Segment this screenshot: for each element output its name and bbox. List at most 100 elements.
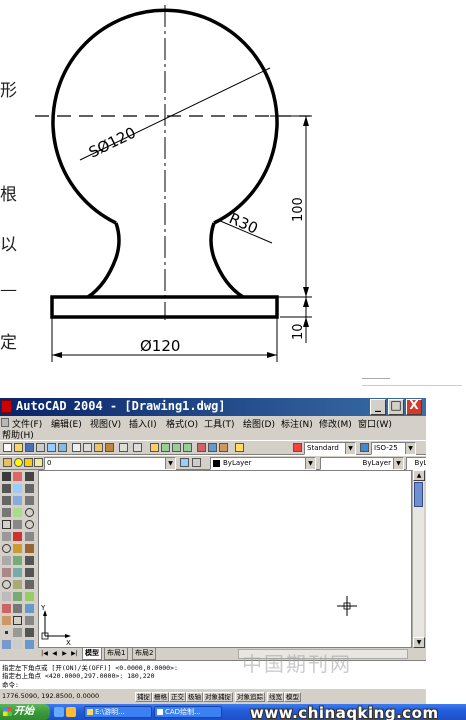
- scroll-down-button[interactable]: ▼: [413, 637, 425, 648]
- menu-draw[interactable]: 绘图(D): [243, 417, 275, 430]
- paste-icon[interactable]: [94, 443, 103, 452]
- drawing-canvas[interactable]: Y X: [38, 470, 412, 648]
- snap-toggle[interactable]: 捕捉: [135, 692, 152, 702]
- scroll-thumb[interactable]: [414, 482, 423, 507]
- match-properties-icon[interactable]: [105, 443, 114, 452]
- ellipse-arc-icon[interactable]: [2, 592, 11, 601]
- new-icon[interactable]: [3, 443, 12, 452]
- tab-model[interactable]: 模型: [82, 648, 102, 660]
- dim-ordinate-icon[interactable]: [25, 496, 34, 505]
- quick-dim-icon[interactable]: [25, 544, 34, 553]
- print-icon[interactable]: [36, 443, 45, 452]
- maximize-button[interactable]: □: [388, 398, 404, 415]
- dim-edit-icon[interactable]: [25, 616, 34, 625]
- undo-icon[interactable]: [119, 443, 128, 452]
- arc-icon[interactable]: [2, 532, 11, 541]
- osnap-toggle[interactable]: 对象捕捉: [203, 692, 233, 702]
- center-mark-icon[interactable]: [25, 604, 34, 613]
- autocad-icon[interactable]: [1, 400, 12, 413]
- layer-select[interactable]: 0 ▼: [44, 457, 176, 470]
- quicklaunch-desktop-icon[interactable]: [54, 707, 64, 717]
- construction-line-icon[interactable]: [2, 484, 11, 493]
- fillet-icon[interactable]: [13, 640, 22, 649]
- taskbar-item-cad[interactable]: CAD绘制...: [154, 706, 222, 718]
- stretch-icon[interactable]: [13, 568, 22, 577]
- help-icon[interactable]: [235, 443, 244, 452]
- layer-manager-icon[interactable]: [3, 458, 12, 467]
- dim-radius-icon[interactable]: [25, 508, 34, 517]
- ellipse-icon[interactable]: [2, 580, 11, 589]
- array-icon[interactable]: [13, 520, 22, 529]
- tool-palettes-icon[interactable]: [219, 443, 228, 452]
- make-block-icon[interactable]: [2, 616, 11, 625]
- chamfer-icon[interactable]: [13, 628, 22, 637]
- last-tab-arrow[interactable]: ▶|: [70, 649, 79, 658]
- dim-diameter-icon[interactable]: [25, 520, 34, 529]
- menu-dimension[interactable]: 标注(N): [281, 417, 313, 430]
- next-tab-arrow[interactable]: ▶: [60, 649, 69, 658]
- vertical-scrollbar[interactable]: ▲ ▼: [412, 470, 425, 648]
- design-center-icon[interactable]: [208, 443, 217, 452]
- linetype-select[interactable]: ByLayer ▼: [320, 457, 404, 470]
- dim-update-icon[interactable]: [25, 640, 34, 649]
- ortho-toggle[interactable]: 正交: [169, 692, 186, 702]
- command-window[interactable]: 指定左下角点或 [开(ON)/关(OFF)] <0.0000,0.0000>: …: [0, 660, 426, 689]
- layer-on-icon[interactable]: [14, 458, 23, 467]
- extend-icon[interactable]: [13, 592, 22, 601]
- revision-cloud-icon[interactable]: [2, 556, 11, 565]
- copy-icon[interactable]: [83, 443, 92, 452]
- menu-window[interactable]: 窗口(W): [358, 417, 392, 430]
- menu-view[interactable]: 视图(V): [90, 417, 121, 430]
- polygon-icon[interactable]: [2, 508, 11, 517]
- publish-icon[interactable]: [58, 443, 67, 452]
- dim-continue-icon[interactable]: [25, 568, 34, 577]
- tab-layout2[interactable]: 布局2: [132, 648, 157, 660]
- menu-tools[interactable]: 工具(T): [204, 417, 235, 430]
- menu-modify[interactable]: 修改(M): [319, 417, 352, 430]
- leader-icon[interactable]: [25, 580, 34, 589]
- zoom-window-icon[interactable]: [172, 443, 181, 452]
- lineweight-toggle[interactable]: 线宽: [267, 692, 284, 702]
- line-icon[interactable]: [2, 472, 11, 481]
- dim-angular-icon[interactable]: [25, 532, 34, 541]
- circle-icon[interactable]: [2, 544, 11, 553]
- menu-edit[interactable]: 编辑(E): [51, 417, 82, 430]
- layer-previous-icon[interactable]: [192, 458, 201, 467]
- point-icon[interactable]: [5, 631, 8, 634]
- scale-icon[interactable]: [13, 556, 22, 565]
- polar-toggle[interactable]: 极轴: [186, 692, 203, 702]
- dim-text-edit-icon[interactable]: [25, 628, 34, 637]
- copy-object-icon[interactable]: [13, 484, 22, 493]
- menu-format[interactable]: 格式(O): [166, 417, 198, 430]
- close-button[interactable]: X: [406, 398, 422, 415]
- rectangle-icon[interactable]: [2, 520, 11, 529]
- insert-block-icon[interactable]: [2, 604, 11, 613]
- model-space-toggle[interactable]: 模型: [284, 692, 301, 702]
- minimize-button[interactable]: _: [370, 398, 386, 415]
- start-button[interactable]: 开始: [0, 704, 50, 720]
- layer-freeze-icon[interactable]: [24, 458, 33, 467]
- dim-style-icon[interactable]: [360, 443, 369, 452]
- tolerance-icon[interactable]: [25, 592, 34, 601]
- text-style-select[interactable]: Standard ▼: [304, 442, 356, 455]
- cut-icon[interactable]: [72, 443, 81, 452]
- grid-toggle[interactable]: 栅格: [152, 692, 169, 702]
- rotate-icon[interactable]: [13, 544, 22, 553]
- save-icon[interactable]: [25, 443, 34, 452]
- redo-icon[interactable]: [133, 443, 142, 452]
- spline-icon[interactable]: [2, 568, 11, 577]
- dim-style-select[interactable]: ISO-25 ▼: [371, 442, 416, 455]
- first-tab-arrow[interactable]: |◀: [40, 649, 49, 658]
- prev-tab-arrow[interactable]: ◀: [50, 649, 59, 658]
- mirror-icon[interactable]: [13, 496, 22, 505]
- pan-icon[interactable]: [150, 443, 159, 452]
- trim-icon[interactable]: [13, 580, 22, 589]
- zoom-realtime-icon[interactable]: [161, 443, 170, 452]
- otrack-toggle[interactable]: 对象追踪: [235, 692, 265, 702]
- break-icon[interactable]: [13, 604, 22, 613]
- layer-lock-icon[interactable]: [34, 458, 43, 467]
- scroll-up-button[interactable]: ▲: [413, 470, 425, 481]
- dim-linear-icon[interactable]: [25, 472, 34, 481]
- taskbar-item-explorer[interactable]: E:\游明...: [84, 706, 152, 718]
- dim-baseline-icon[interactable]: [25, 556, 34, 565]
